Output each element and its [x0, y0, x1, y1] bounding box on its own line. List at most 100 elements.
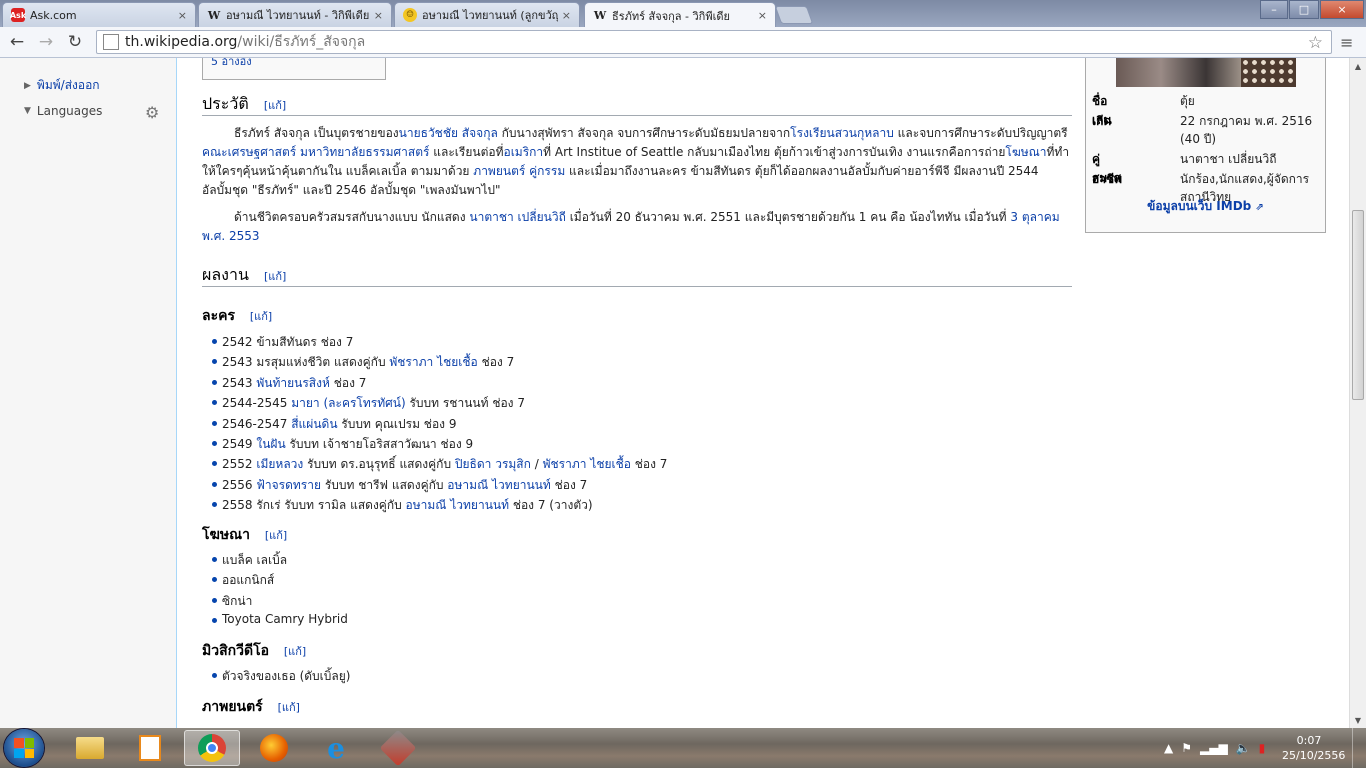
edit-link-text: [แก้]	[264, 529, 288, 542]
text: ที่ Art Institue of Seattle กลับมาเมืองไ…	[543, 145, 1006, 159]
sidebar-print-export[interactable]: ▶ พิมพ์/ส่งออก	[24, 76, 100, 95]
heading-text: ภาพยนตร์	[202, 699, 263, 715]
link-khu-kam[interactable]: คู่กรรม	[529, 164, 565, 178]
wikipedia-icon: W	[593, 9, 607, 22]
show-desktop-button[interactable]	[1352, 728, 1366, 768]
link-america[interactable]: อเมริกา	[503, 145, 543, 159]
edit-link-text: [แก้]	[277, 701, 300, 714]
taskbar-firefox[interactable]	[246, 730, 302, 766]
tab-close-icon[interactable]: ×	[374, 9, 383, 22]
volume-icon[interactable]: 🔈	[1236, 741, 1251, 755]
text: ช่อง 7	[630, 457, 668, 471]
list-item: Toyota Camry Hybrid	[212, 612, 348, 626]
sidebar-languages[interactable]: ▼ Languages	[24, 104, 102, 118]
edit-link[interactable]: [แก้]	[265, 529, 287, 542]
edit-link[interactable]: [แก้]	[278, 701, 300, 714]
link-father[interactable]: นายธวัชชัย สัจจกุล	[399, 126, 498, 140]
infobox-key: อาชีพ	[1092, 172, 1122, 186]
tab-close-icon[interactable]: ×	[562, 9, 571, 22]
text: ช่อง 7	[550, 478, 588, 492]
text: และเรียนต่อที่	[429, 145, 504, 159]
close-window-button[interactable]: ×	[1320, 0, 1364, 19]
link-school[interactable]: โรงเรียนสวนกุหลาบ	[790, 126, 894, 140]
edit-link[interactable]: [แก้]	[264, 99, 286, 112]
folder-icon	[76, 737, 104, 759]
taskbar-chrome[interactable]	[184, 730, 240, 766]
tab-close-icon[interactable]: ×	[178, 9, 187, 22]
system-clock[interactable]: 0:07 25/10/2556	[1282, 733, 1345, 763]
tab-title: Ask.com	[30, 8, 77, 22]
infobox: ชื่อเล่น ตุ้ย เกิด 22 กรกฎาคม พ.ศ. 2516 (40…	[1085, 58, 1326, 233]
page-icon	[103, 34, 119, 50]
list-item: 2542 ข้ามสีทันดร ช่อง 7	[211, 333, 354, 352]
edit-link[interactable]: [แก้]	[250, 310, 272, 323]
system-tray: ▲ ⚑ ▂▄▆ 🔈 ▮	[1164, 728, 1273, 768]
text: ช่อง 7 (วางตัว)	[509, 498, 593, 512]
link-film[interactable]: ภาพยนตร์	[473, 164, 525, 178]
heading-text: ละคร	[202, 308, 235, 324]
article-link[interactable]: พัชราภา ไชยเชื้อ	[389, 355, 477, 369]
link-advertising[interactable]: โฆษณา	[1005, 145, 1046, 159]
edit-link[interactable]: [แก้]	[284, 645, 306, 658]
section-heading-works: ผลงาน [แก้]	[202, 263, 1072, 287]
text: 2544-2545	[222, 396, 292, 410]
article-link[interactable]: อษามณี ไวทยานนท์	[406, 498, 509, 512]
infobox-value[interactable]: นาตาชา เปลี่ยนวิถี	[1180, 150, 1320, 168]
article-link[interactable]: อษามณี ไวทยานนท์	[447, 478, 550, 492]
start-button[interactable]	[4, 729, 44, 767]
article-link[interactable]: มายา (ละครโทรทัศน์)	[291, 396, 405, 410]
tab-close-icon[interactable]: ×	[758, 9, 767, 22]
taskbar-media-player[interactable]	[122, 730, 178, 766]
scrollbar-thumb[interactable]	[1352, 210, 1364, 400]
article-link[interactable]: ฟ้าจรดทราย	[256, 478, 321, 492]
edit-link[interactable]: [แก้]	[264, 270, 286, 283]
link-university[interactable]: คณะเศรษฐศาสตร์ มหาวิทยาลัยธรรมศาสตร์	[202, 145, 429, 159]
subsection-heading-drama: ละคร [แก้]	[202, 305, 272, 327]
power-icon[interactable]: ▮	[1259, 741, 1266, 755]
reload-icon[interactable]: ↻	[64, 31, 86, 53]
address-bar[interactable]: th.wikipedia.org/wiki/ธีรภัทร์_สัจจกุล ☆	[96, 30, 1332, 54]
back-arrow-icon[interactable]: ←	[6, 31, 28, 53]
taskbar-internet-explorer[interactable]: e	[308, 730, 364, 766]
url-host: th.wikipedia.org	[125, 34, 238, 50]
scroll-up-arrow-icon[interactable]: ▲	[1350, 58, 1366, 74]
new-tab-button[interactable]	[774, 6, 814, 24]
link-year[interactable]: พ.ศ. 2553	[202, 229, 260, 243]
tab-wikipedia-usamanee[interactable]: W อษามณี ไวทยานนท์ - วิกิพีเดีย ×	[198, 2, 392, 27]
maximize-button[interactable]: □	[1289, 0, 1319, 19]
show-hidden-icons-icon[interactable]: ▲	[1164, 741, 1173, 755]
article-link[interactable]: เมียหลวง	[256, 457, 303, 471]
sidebar-item-label: Languages	[36, 104, 103, 118]
toc-item-references[interactable]: 5 อ้างอิง	[211, 58, 252, 70]
article-link[interactable]: พันท้ายนรสิงห์	[256, 376, 330, 390]
text: รับบท ดร.อนุรุทธิ์ แสดงคู่กับ	[303, 457, 455, 471]
text: 2558 รักเร่ รับบท รามิล แสดงคู่กับ	[222, 498, 406, 512]
wikipedia-icon: W	[207, 8, 221, 22]
gear-icon[interactable]: ⚙	[145, 103, 159, 122]
link-spouse[interactable]: นาตาชา เปลี่ยนวิถี	[469, 210, 565, 224]
list-item: 2549 ในฝัน รับบท เจ้าชายโอริสสาวัฒนา ช่อ…	[211, 435, 473, 454]
forward-arrow-icon[interactable]: →	[35, 31, 57, 53]
minimize-button[interactable]: –	[1260, 0, 1288, 19]
imdb-link[interactable]: ข้อมูลบนเว็บ IMDb ⇗	[1086, 197, 1325, 216]
link-date[interactable]: 3 ตุลาคม	[1010, 210, 1059, 224]
taskbar-app[interactable]	[370, 729, 426, 767]
tab-lookkwan[interactable]: ☺ อษามณี ไวทยานนท์ (ลูกขวัญ) ×	[394, 2, 580, 27]
text: 2542 ข้ามสีทันดร ช่อง 7	[222, 335, 354, 349]
tab-ask[interactable]: Ask Ask.com ×	[2, 2, 196, 27]
vertical-scrollbar[interactable]: ▲ ▼	[1349, 58, 1366, 728]
scroll-down-arrow-icon[interactable]: ▼	[1350, 712, 1366, 728]
action-center-flag-icon[interactable]: ⚑	[1181, 741, 1192, 755]
bookmark-star-icon[interactable]: ☆	[1308, 33, 1323, 53]
article-link[interactable]: ปิยธิดา วรมุสิก	[455, 457, 531, 471]
article-link[interactable]: พัชราภา ไชยเชื้อ	[543, 457, 631, 471]
taskbar-explorer[interactable]	[62, 730, 118, 766]
subsection-heading-ads: โฆษณา [แก้]	[202, 524, 287, 546]
menu-icon[interactable]: ≡	[1340, 33, 1356, 52]
tab-teerapat[interactable]: W ธีรภัทร์ สัจจกุล - วิกิพีเดีย ×	[584, 2, 776, 28]
network-signal-icon[interactable]: ▂▄▆	[1200, 741, 1228, 755]
article-link[interactable]: ในฝัน	[256, 437, 285, 451]
text: รับบท รชานนท์ ช่อง 7	[405, 396, 525, 410]
table-of-contents: 5 อ้างอิง	[202, 58, 386, 80]
article-link[interactable]: สี่แผ่นดิน	[291, 417, 337, 431]
